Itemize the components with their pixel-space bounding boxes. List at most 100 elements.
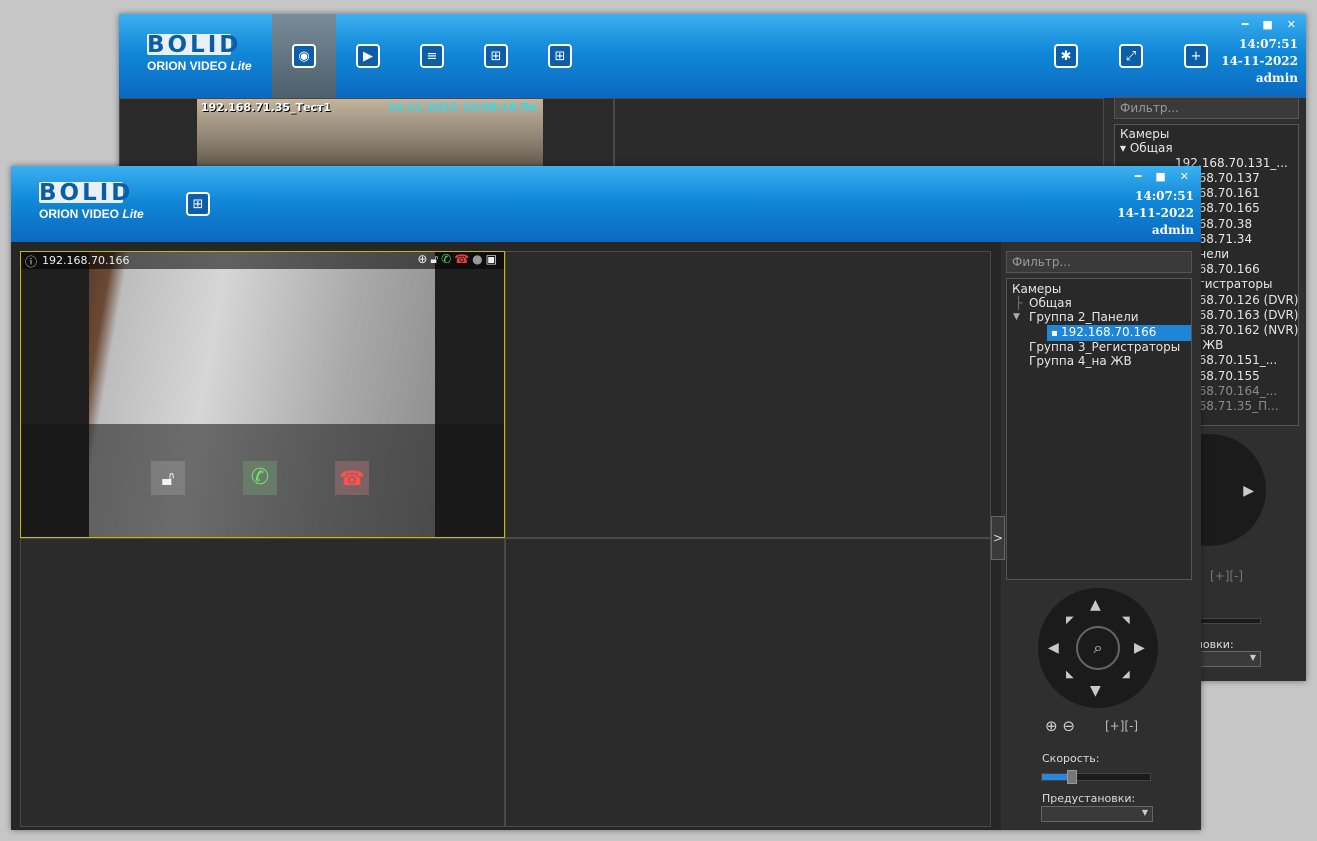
expand-icon[interactable]: ▼ <box>1013 310 1020 324</box>
tree-item[interactable]: анели <box>1191 247 1298 262</box>
maximize-icon[interactable]: ■ <box>1155 170 1165 183</box>
tree-item[interactable]: 168.70.137 <box>1191 171 1298 186</box>
layout-icon: ⊞ <box>186 192 210 216</box>
tree-root[interactable]: Камеры <box>1012 282 1061 296</box>
fullscreen-icon: ⤢ <box>1119 44 1143 68</box>
call-end-icon: ☎ <box>339 466 365 490</box>
info-icon[interactable]: ⓘ <box>25 253 37 270</box>
snapshot-icon[interactable]: ▣ <box>486 252 500 266</box>
ptz-up-left-icon[interactable]: ◤ <box>1066 616 1074 626</box>
camera-overlay-name: 192.168.71.35_Тест1 <box>201 101 332 114</box>
front-window-controls: ━ ■ ✕ <box>1135 170 1189 183</box>
zoom-out-icon[interactable]: ⊖ <box>1062 717 1075 735</box>
speed-slider[interactable] <box>1041 770 1151 784</box>
logo-brand: BOLID <box>39 180 134 206</box>
call-answer-icon[interactable]: ✆ <box>441 252 454 266</box>
settings-icon: ✱ <box>1054 44 1078 68</box>
nav-reports-button[interactable]: ≡ <box>400 14 464 98</box>
tree-item[interactable]: а ЖВ <box>1191 338 1298 353</box>
nav-layout-button[interactable]: ⊞ <box>528 14 592 98</box>
user-label: admin <box>1255 71 1298 85</box>
ptz-up-right-icon[interactable]: ◥ <box>1122 616 1130 626</box>
fullscreen-button[interactable]: ⤢ <box>1099 14 1163 98</box>
zoom-icon[interactable]: ⊕ <box>417 252 430 266</box>
nav-plan-button[interactable]: ⊞ <box>464 14 528 98</box>
ptz-down-icon[interactable]: ▼ <box>1090 684 1101 698</box>
back-grid-cell[interactable]: 192.168.71.35_Тест1 14-11-2022 14:08:18 … <box>119 98 614 169</box>
time-label: 14:07:51 <box>1135 189 1194 203</box>
back-clock: 14:07:51 14-11-2022 admin <box>1221 36 1298 87</box>
zoom-in-icon[interactable]: ⊕ <box>1045 717 1058 735</box>
record-icon[interactable]: ● <box>472 252 485 266</box>
tree-group-recorders[interactable]: Группа 3_Регистраторы <box>1029 340 1180 354</box>
nav-cameras-button[interactable]: ◉ <box>272 14 336 98</box>
speed-slider-knob[interactable] <box>1067 770 1078 784</box>
date-label: 14-11-2022 <box>1221 54 1298 68</box>
call-end-icon[interactable]: ☎ <box>454 252 472 266</box>
tree-item[interactable]: 168.70.161 <box>1191 186 1298 201</box>
tree-item[interactable]: 168.70.151_... <box>1191 353 1298 368</box>
nav-archive-button[interactable]: ▶ <box>336 14 400 98</box>
maximize-icon[interactable]: ■ <box>1262 18 1272 31</box>
tree-item[interactable]: 168.71.34 <box>1191 232 1298 247</box>
tree-item[interactable]: ▾ Общая <box>1120 141 1173 155</box>
ptz-down-right-icon[interactable]: ◢ <box>1122 670 1130 680</box>
ptz-left-icon[interactable]: ◀ <box>1048 641 1059 655</box>
archive-icon: ▶ <box>356 44 380 68</box>
ptz-down-left-icon[interactable]: ◣ <box>1066 670 1074 680</box>
date-label: 14-11-2022 <box>1117 206 1194 220</box>
ptz-pad[interactable]: ▲ ▼ ◀ ▶ ◤ ◥ ◣ ◢ ⌕ <box>1038 588 1158 708</box>
back-window-controls: ━ ■ ✕ <box>1242 18 1296 31</box>
back-filter-input[interactable]: Фильтр... <box>1114 97 1299 119</box>
video-cell[interactable] <box>505 538 991 827</box>
intercom-overlay: 🔓︎ ✆ ☎ <box>21 424 504 537</box>
presets-select[interactable] <box>1041 806 1153 822</box>
tree-item[interactable]: егистраторы <box>1191 277 1298 292</box>
camera-tree: Камеры ├ Общая ▼ Группа 2_Панели ▪︎ 192.… <box>1006 278 1192 580</box>
tree-item[interactable]: 168.70.163 (DVR) <box>1191 308 1298 323</box>
ptz-right-icon[interactable]: ▶ <box>1243 484 1254 498</box>
panel-collapse-button[interactable]: > <box>991 516 1005 560</box>
tree-root[interactable]: Камеры <box>1120 127 1169 141</box>
back-zoom-area-button[interactable]: [+][-] <box>1210 569 1243 583</box>
video-cell[interactable] <box>505 251 991 538</box>
ptz-up-icon[interactable]: ▲ <box>1090 598 1101 612</box>
layout-button[interactable]: ⊞ <box>166 166 230 242</box>
logo-brand: BOLID <box>147 32 242 58</box>
tree-item[interactable]: 168.71.35_П... <box>1191 399 1298 414</box>
tree-group-general[interactable]: Общая <box>1029 296 1072 310</box>
unlock-icon[interactable]: 🔓︎ <box>430 252 441 266</box>
presets-label: Предустановки: <box>1042 792 1136 805</box>
ptz-right-icon[interactable]: ▶ <box>1134 641 1145 655</box>
close-icon[interactable]: ✕ <box>1180 170 1189 183</box>
tree-item[interactable]: 168.70.126 (DVR) <box>1191 293 1298 308</box>
tree-item[interactable]: 168.70.38 <box>1191 217 1298 232</box>
ptz-zoom-search-icon[interactable]: ⌕ <box>1076 626 1120 670</box>
minimize-icon[interactable]: ━ <box>1135 170 1142 183</box>
zoom-area-button[interactable]: [+][-] <box>1105 719 1138 733</box>
tree-item[interactable]: 168.70.165 <box>1191 201 1298 216</box>
logo-product: ORION VIDEO <box>39 207 120 221</box>
tree-item[interactable]: 168.70.166 <box>1191 262 1298 277</box>
video-cell[interactable] <box>20 538 505 827</box>
new-window-button[interactable]: + <box>1164 14 1228 98</box>
reports-icon: ≡ <box>420 44 444 68</box>
settings-button[interactable]: ✱ <box>1034 14 1098 98</box>
tree-item[interactable]: 168.70.155 <box>1191 369 1298 384</box>
tree-item[interactable]: 168.70.162 (NVR) <box>1191 323 1298 338</box>
unlock-door-button[interactable]: 🔓︎ <box>151 461 185 495</box>
tree-group-panels[interactable]: Группа 2_Панели <box>1029 310 1139 324</box>
tree-item[interactable]: 168.70.164_... <box>1191 384 1298 399</box>
minimize-icon[interactable]: ━ <box>1242 18 1249 31</box>
filter-input[interactable]: Фильтр... <box>1006 251 1192 273</box>
new-window-icon: + <box>1184 44 1208 68</box>
front-window: BOLID ORION VIDEO Lite ⊞ ━ ■ ✕ 14:07:51 … <box>11 166 1201 830</box>
tree-group-zhv[interactable]: Группа 4_на ЖВ <box>1029 354 1132 368</box>
tree-camera-selected[interactable]: ▪︎ 192.168.70.166 <box>1047 325 1191 341</box>
video-cell-active[interactable]: ⓘ 192.168.70.166 ⊕🔓︎✆☎●▣ 🔓︎ ✆ ☎ <box>20 251 505 538</box>
close-icon[interactable]: ✕ <box>1287 18 1296 31</box>
call-answer-icon: ✆ <box>250 465 270 490</box>
end-call-button[interactable]: ☎ <box>335 461 369 495</box>
back-grid-cell[interactable] <box>614 98 1104 168</box>
answer-call-button[interactable]: ✆ <box>243 461 277 495</box>
